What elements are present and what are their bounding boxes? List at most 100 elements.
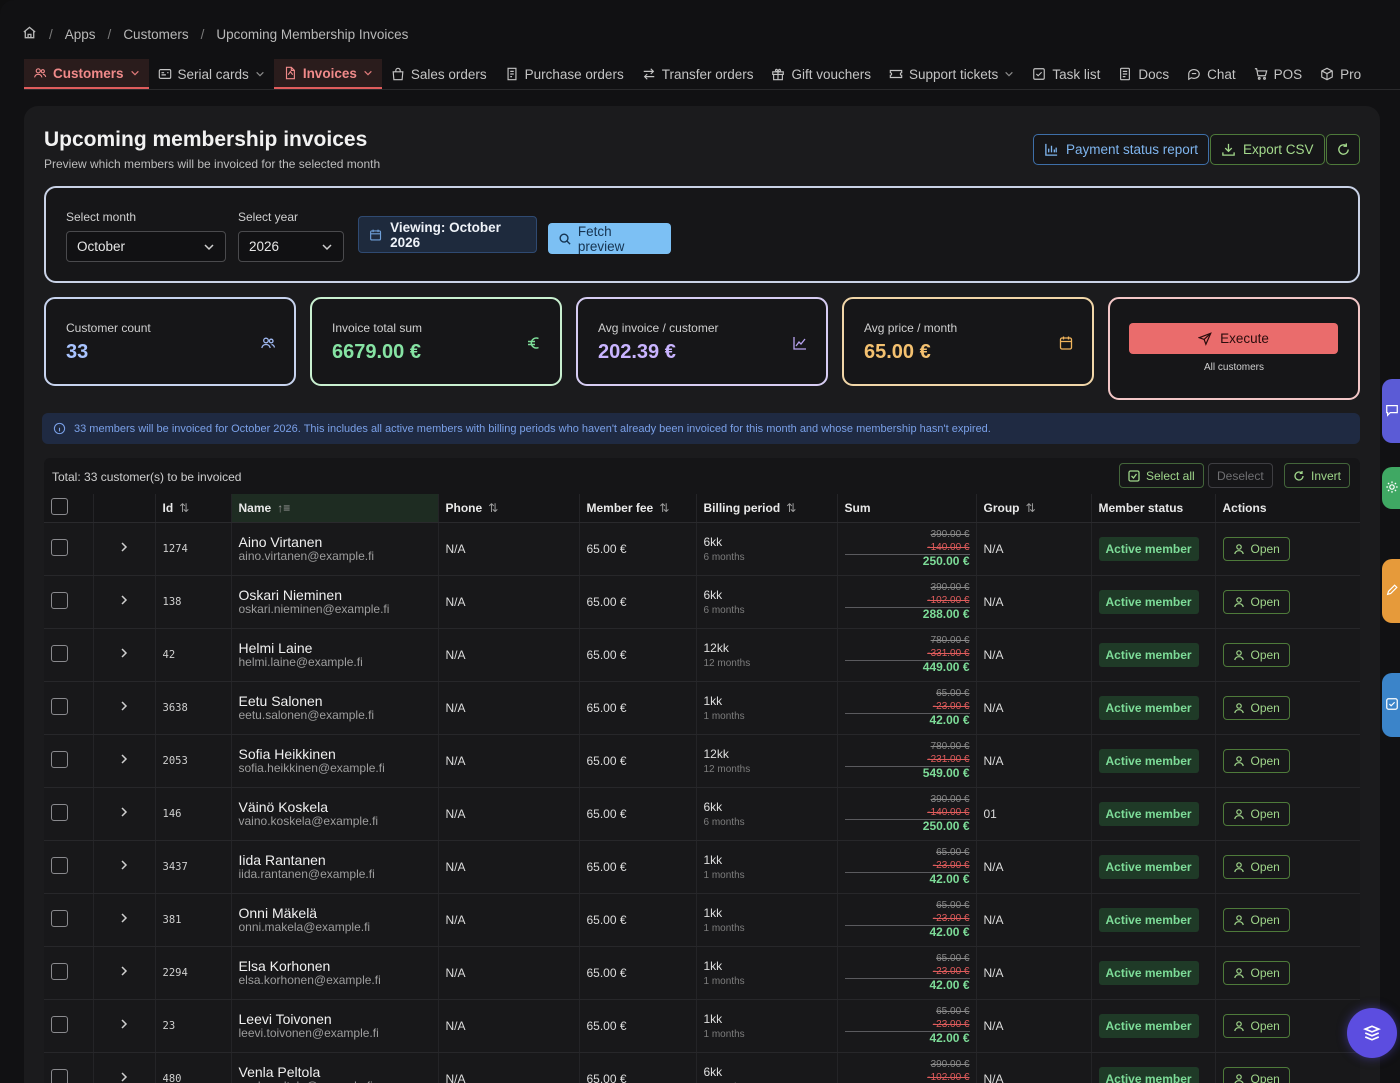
header-billing-period[interactable]: Billing period ⇅: [696, 494, 838, 523]
month-select[interactable]: October: [66, 231, 226, 262]
sort-icon[interactable]: ⇅: [786, 501, 796, 515]
table-row[interactable]: 1274 Aino Virtanen aino.virtanen@example.f…: [44, 522, 1360, 576]
nav-item-invoices[interactable]: Invoices: [273, 59, 382, 89]
row-expand-button[interactable]: [118, 807, 130, 821]
row-expand-button[interactable]: [118, 754, 130, 768]
table-row[interactable]: 2294 Elsa Korhonen elsa.korhonen@example.f…: [44, 946, 1360, 1000]
nav-item-serial-cards[interactable]: Serial cards: [149, 59, 274, 89]
sort-icon[interactable]: ⇅: [488, 501, 498, 515]
table-row[interactable]: 3437 Iida Rantanen iida.rantanen@example.f…: [44, 840, 1360, 894]
open-customer-button[interactable]: Open: [1222, 748, 1290, 773]
header-select[interactable]: [44, 494, 94, 523]
export-csv-button[interactable]: Export CSV: [1210, 134, 1325, 165]
sort-icon[interactable]: ⇅: [659, 501, 669, 515]
home-icon[interactable]: [22, 25, 37, 43]
open-customer-button[interactable]: Open: [1222, 801, 1290, 826]
nav-item-pos[interactable]: POS: [1245, 59, 1312, 89]
customer-group: N/A: [976, 840, 1092, 894]
refresh-button[interactable]: [1326, 134, 1360, 165]
row-expand-button[interactable]: [118, 542, 130, 556]
invoice-table-section: Total: 33 customer(s) to be invoiced Sel…: [44, 458, 1360, 1083]
open-customer-button[interactable]: Open: [1222, 854, 1290, 879]
nav-item-gift-vouchers[interactable]: Gift vouchers: [762, 59, 880, 89]
row-checkbox[interactable]: [51, 1068, 68, 1083]
nav-item-chat[interactable]: Chat: [1178, 59, 1245, 89]
select-all-checkbox[interactable]: [51, 497, 68, 515]
nav-item-pro[interactable]: Pro: [1311, 59, 1370, 89]
sort-icon[interactable]: ⇅: [179, 501, 189, 515]
actions-cell: Open: [1215, 734, 1360, 788]
nav-item-support-tickets[interactable]: Support tickets: [880, 59, 1023, 89]
nav-item-task-list[interactable]: Task list: [1023, 59, 1109, 89]
receipt-icon: [507, 67, 517, 81]
header-id[interactable]: Id ⇅: [155, 494, 232, 523]
open-customer-button[interactable]: Open: [1222, 1066, 1290, 1083]
breadcrumb-apps[interactable]: Apps: [65, 27, 96, 42]
table-row[interactable]: 381 Onni Mäkelä onni.makela@example.fi N/A 6…: [44, 893, 1360, 947]
row-expand-button[interactable]: [118, 966, 130, 980]
payment-status-report-button[interactable]: Payment status report: [1033, 134, 1210, 165]
tasks-widget-tab[interactable]: [1382, 673, 1400, 737]
row-checkbox[interactable]: [51, 750, 68, 768]
row-expand-button[interactable]: [118, 860, 130, 874]
breadcrumb-customers[interactable]: Customers: [123, 27, 188, 42]
help-chat-button[interactable]: [1347, 1008, 1397, 1058]
row-checkbox[interactable]: [51, 591, 68, 609]
table-row[interactable]: 23 Leevi Toivonen leevi.toivonen@example.f…: [44, 999, 1360, 1053]
row-checkbox[interactable]: [51, 644, 68, 662]
billing-period-cell: 1kk 1 months: [696, 893, 838, 947]
execute-button[interactable]: Execute: [1129, 323, 1338, 354]
row-checkbox[interactable]: [51, 803, 68, 821]
billing-period-months: 1 months: [703, 710, 745, 722]
row-checkbox[interactable]: [51, 962, 68, 980]
row-select-cell: [44, 893, 94, 947]
table-row[interactable]: 480Venla Peltolavenla.peltola@example.fi…: [44, 1052, 1360, 1083]
table-row[interactable]: 42 Helmi Laine helmi.laine@example.fi N/A 65…: [44, 628, 1360, 682]
row-expand-button[interactable]: [118, 1072, 130, 1083]
nav-item-transfer-orders[interactable]: Transfer orders: [633, 59, 763, 89]
table-row[interactable]: 3638 Eetu Salonen eetu.salonen@example.fi N…: [44, 681, 1360, 735]
table-row[interactable]: 138 Oskari Nieminen oskari.nieminen@exampl…: [44, 575, 1360, 629]
row-expand-button[interactable]: [118, 701, 130, 715]
row-expand-button[interactable]: [118, 913, 130, 927]
open-customer-button[interactable]: Open: [1222, 536, 1290, 561]
sort-icon[interactable]: ⇅: [1026, 501, 1036, 515]
select-all-button[interactable]: Select all: [1119, 463, 1204, 488]
row-expand-button[interactable]: [118, 1019, 130, 1033]
open-customer-button[interactable]: Open: [1222, 589, 1290, 614]
nav-item-customers[interactable]: Customers: [24, 59, 149, 89]
nav-item-sales-orders[interactable]: Sales orders: [382, 59, 496, 89]
header-group[interactable]: Group ⇅: [976, 494, 1092, 523]
open-label: Open: [1250, 594, 1280, 609]
table-row[interactable]: 146 Väinö Koskela vaino.koskela@example.fi…: [44, 787, 1360, 841]
settings-widget-tab[interactable]: [1382, 467, 1400, 509]
header-name[interactable]: Name ↑≡: [231, 494, 439, 523]
edit-widget-tab[interactable]: [1382, 559, 1400, 623]
row-checkbox[interactable]: [51, 538, 68, 556]
deselect-button[interactable]: Deselect: [1208, 463, 1273, 488]
chat-widget-tab[interactable]: [1382, 379, 1400, 443]
row-checkbox[interactable]: [51, 856, 68, 874]
row-expand-button[interactable]: [118, 595, 130, 609]
open-customer-button[interactable]: Open: [1222, 1013, 1290, 1038]
header-member-fee[interactable]: Member fee ⇅: [579, 494, 697, 523]
row-checkbox[interactable]: [51, 697, 68, 715]
open-customer-button[interactable]: Open: [1222, 960, 1290, 985]
open-customer-button[interactable]: Open: [1222, 642, 1290, 667]
user-icon: [1233, 914, 1244, 925]
row-checkbox[interactable]: [51, 909, 68, 927]
invert-button[interactable]: Invert: [1284, 463, 1351, 488]
header-phone[interactable]: Phone ⇅: [438, 494, 580, 523]
open-customer-button[interactable]: Open: [1222, 695, 1290, 720]
year-select[interactable]: 2026: [238, 231, 344, 262]
nav-item-docs[interactable]: Docs: [1109, 59, 1178, 89]
row-checkbox[interactable]: [51, 1015, 68, 1033]
sort-ascending-icon[interactable]: ↑≡: [277, 501, 290, 515]
fetch-preview-button[interactable]: Fetch preview: [548, 223, 671, 254]
row-expand-button[interactable]: [118, 648, 130, 662]
table-row[interactable]: 2053 Sofia Heikkinen sofia.heikkinen@examp…: [44, 734, 1360, 788]
checkbox-icon: [1033, 68, 1046, 80]
nav-item-purchase-orders[interactable]: Purchase orders: [496, 59, 633, 89]
info-text: 33 members will be invoiced for October …: [74, 422, 991, 435]
open-customer-button[interactable]: Open: [1222, 907, 1290, 932]
